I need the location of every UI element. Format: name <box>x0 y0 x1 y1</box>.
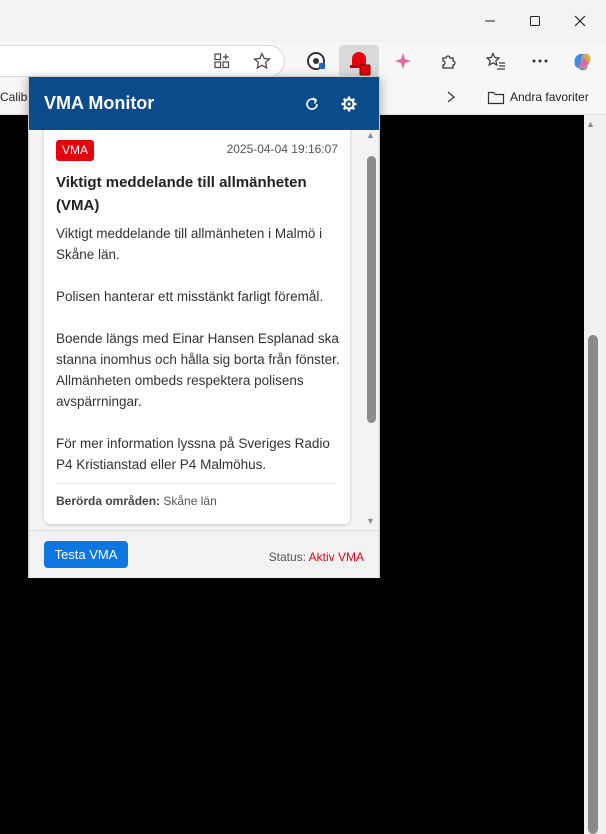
apps-icon[interactable] <box>210 49 234 73</box>
status-value: Aktiv VMA <box>308 550 364 564</box>
popup-scroll-down-icon[interactable]: ▼ <box>366 516 375 526</box>
popup-scrollbar-thumb[interactable] <box>367 156 376 423</box>
alert-card: VMA 2025-04-04 19:16:07 Viktigt meddelan… <box>44 130 350 524</box>
address-bar[interactable] <box>0 45 285 77</box>
scroll-up-arrow-icon[interactable]: ▲ <box>586 119 595 129</box>
copilot-icon[interactable] <box>570 49 594 73</box>
browser-titlebar <box>0 0 606 42</box>
popup-title: VMA Monitor <box>44 93 155 113</box>
favorites-list-icon[interactable] <box>484 49 508 73</box>
affected-areas-value: Skåne län <box>163 494 217 508</box>
affected-areas: Berörda områden: Skåne län <box>56 494 217 508</box>
affected-areas-label: Berörda områden: <box>56 494 161 508</box>
alert-paragraph: Boende längs med Einar Hansen Esplanad s… <box>56 331 340 409</box>
page-scrollbar-thumb[interactable] <box>588 335 598 834</box>
extensions-icon[interactable] <box>436 49 460 73</box>
vma-extension-button[interactable] <box>339 45 379 77</box>
password-manager-icon[interactable] <box>304 49 328 73</box>
favorites-folder-label[interactable]: Andra favoriter <box>510 90 589 104</box>
close-icon[interactable] <box>566 8 594 34</box>
puzzle-sparkle-extension-icon[interactable] <box>391 49 415 73</box>
folder-icon <box>487 89 505 110</box>
alert-message: Viktigt meddelande till allmänheten i Ma… <box>56 223 340 475</box>
alert-paragraph: Polisen hanterar ett misstänkt farligt f… <box>56 289 324 304</box>
popup-header: VMA Monitor <box>29 77 379 130</box>
favorite-item[interactable]: Calibr <box>0 90 31 104</box>
refresh-icon[interactable] <box>300 92 324 116</box>
settings-gear-icon[interactable] <box>337 92 361 116</box>
popup-footer: Testa VMA Status: Aktiv VMA <box>29 530 379 578</box>
minimize-icon[interactable] <box>476 8 504 34</box>
card-divider <box>56 483 336 484</box>
maximize-icon[interactable] <box>521 8 549 34</box>
alert-title: Viktigt meddelande till allmänheten (VMA… <box>56 174 307 214</box>
favorite-star-icon[interactable] <box>250 49 274 73</box>
popup-scroll-up-icon[interactable]: ▲ <box>366 130 375 140</box>
alert-paragraph: Viktigt meddelande till allmänheten i Ma… <box>56 226 323 262</box>
browser-toolbar <box>0 42 606 80</box>
vma-popup: VMA Monitor VMA 2025-04-04 19:16:07 Vikt… <box>28 76 380 578</box>
status-indicator: Status: Aktiv VMA <box>269 550 364 564</box>
chevron-right-icon[interactable] <box>444 89 458 110</box>
more-menu-icon[interactable] <box>528 49 552 73</box>
status-label: Status: <box>268 550 306 564</box>
alert-timestamp: 2025-04-04 19:16:07 <box>226 142 338 156</box>
vma-badge: VMA <box>56 140 95 161</box>
alert-paragraph: För mer information lyssna på Sveriges R… <box>56 436 330 472</box>
test-vma-button[interactable]: Testa VMA <box>44 541 128 568</box>
alert-list[interactable]: VMA 2025-04-04 19:16:07 Viktigt meddelan… <box>29 130 379 530</box>
